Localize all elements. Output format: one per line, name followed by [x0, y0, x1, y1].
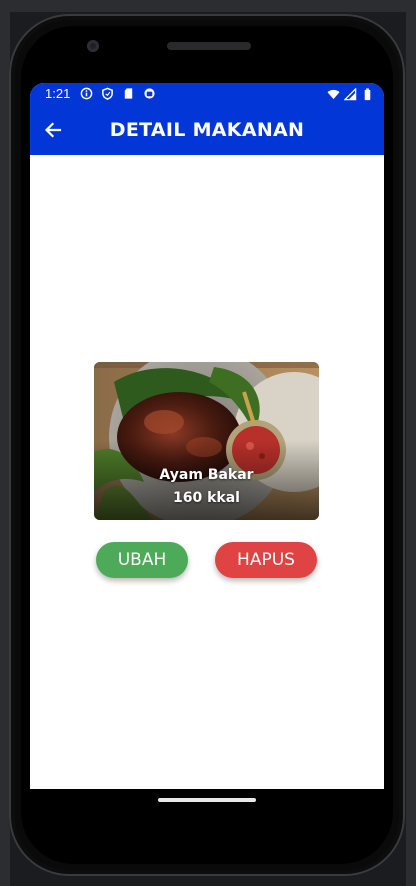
signal-icon: [344, 87, 357, 100]
app-screen: 1:21 DETAIL MAKANAN Ayam Bakar 160 kkal …: [30, 83, 384, 789]
status-bar: 1:21: [30, 83, 384, 105]
delete-button[interactable]: HAPUS: [215, 542, 317, 578]
earpiece: [167, 42, 251, 50]
status-icons-right: [327, 87, 374, 101]
app-icon: [144, 88, 155, 99]
front-camera: [87, 40, 99, 52]
shield-icon: [102, 87, 113, 100]
app-bar: DETAIL MAKANAN: [30, 105, 384, 155]
page-title: DETAIL MAKANAN: [109, 119, 305, 141]
edit-button[interactable]: UBAH: [96, 542, 188, 578]
info-icon: [80, 87, 93, 100]
battery-icon: [364, 87, 371, 100]
food-name: Ayam Bakar: [159, 467, 254, 483]
ide-top-strip: [0, 0, 416, 12]
ide-right-panel: [406, 12, 416, 886]
food-calories: 160 kkal: [173, 490, 240, 506]
sd-card-icon: [124, 88, 133, 99]
status-icons-left: [80, 87, 156, 101]
food-card[interactable]: Ayam Bakar 160 kkal: [94, 362, 319, 520]
wifi-icon: [327, 89, 340, 99]
status-time: 1:21: [45, 86, 71, 101]
home-gesture-bar[interactable]: [158, 798, 256, 802]
